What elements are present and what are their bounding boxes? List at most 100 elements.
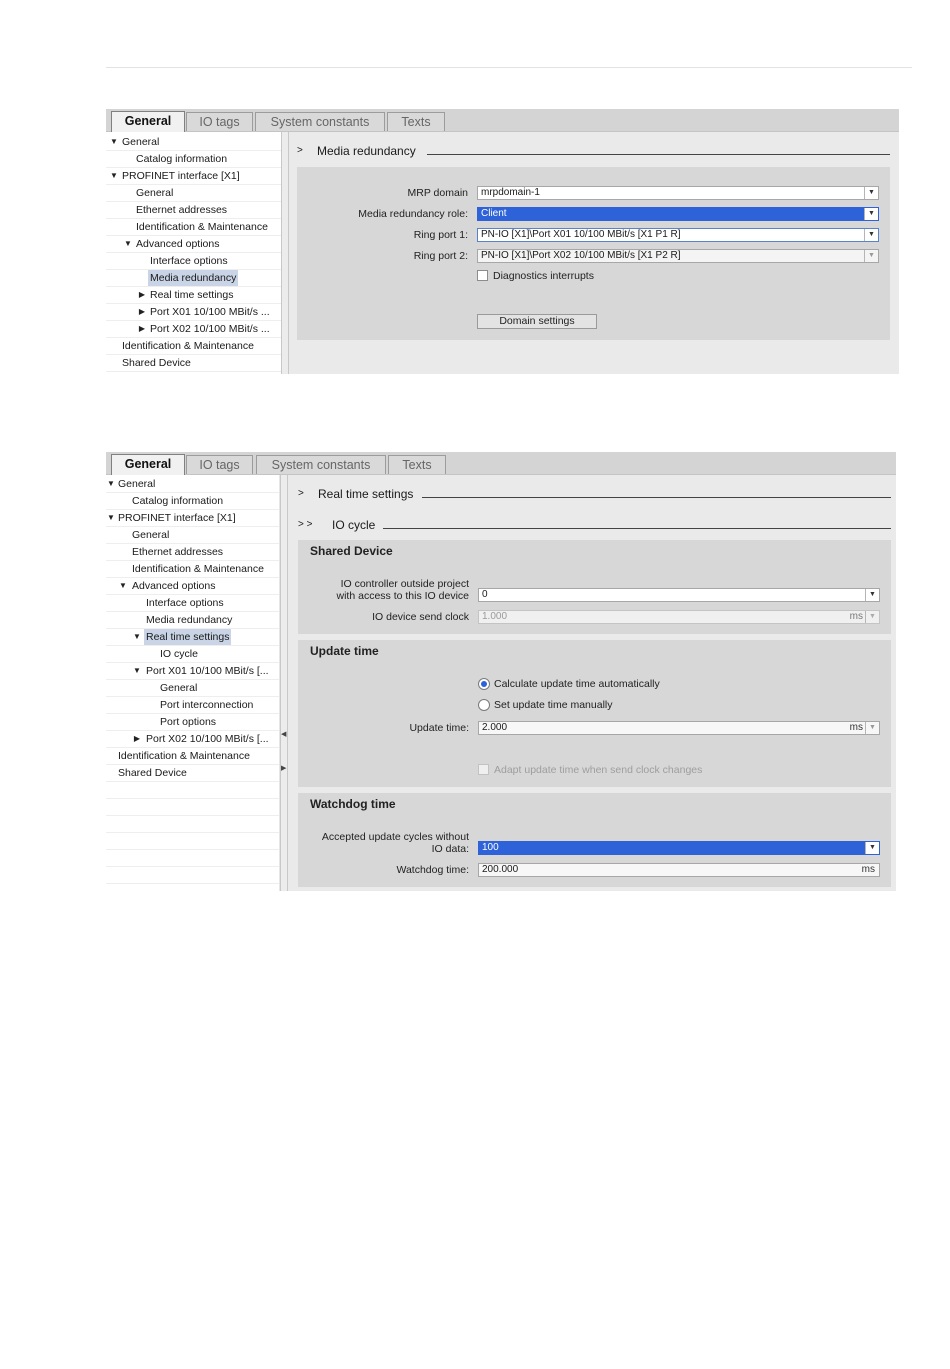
accepted-cycles-select[interactable]: 100 ▼ xyxy=(478,841,880,855)
tree-empty-row xyxy=(106,867,279,884)
tree-item[interactable]: ▼ General xyxy=(106,476,279,493)
domain-settings-button[interactable]: Domain settings xyxy=(477,314,597,329)
tree-item[interactable]: Interface options xyxy=(106,595,279,612)
tree-toggle-icon[interactable]: ▼ xyxy=(123,236,133,252)
tree-item[interactable]: Identification & Maintenance xyxy=(106,219,281,236)
adapt-update-time-checkbox[interactable] xyxy=(478,764,489,775)
section-divider xyxy=(422,497,891,498)
tree-item[interactable]: ▼ Port X01 10/100 MBit/s [... xyxy=(106,663,279,680)
section-expand-icon[interactable]: > xyxy=(297,143,303,159)
dropdown-arrow-icon[interactable]: ▼ xyxy=(865,842,879,854)
tab-texts[interactable]: Texts xyxy=(387,112,445,131)
update-time-label: Update time: xyxy=(409,722,469,734)
dropdown-arrow-icon[interactable]: ▼ xyxy=(864,250,878,262)
tree-toggle-icon[interactable]: ▼ xyxy=(106,510,116,526)
tree-item[interactable]: Ethernet addresses xyxy=(106,202,281,219)
tree-item-label: Media redundancy xyxy=(146,614,233,626)
tree-item[interactable]: Identification & Maintenance xyxy=(106,561,279,578)
tree-item[interactable]: Interface options xyxy=(106,253,281,270)
update-time-value: 2.000 xyxy=(482,722,508,733)
tree-item[interactable]: General xyxy=(106,527,279,544)
shared-device-box: Shared Device IO controller outside proj… xyxy=(298,540,891,634)
tree-item[interactable]: Shared Device xyxy=(106,765,279,782)
manual-radio[interactable] xyxy=(478,699,490,711)
watchdog-time-value: 200.000 xyxy=(482,864,519,875)
tree-toggle-icon[interactable]: ▼ xyxy=(132,629,142,645)
io-controller-select[interactable]: 0 ▼ xyxy=(478,588,880,602)
tree-item[interactable]: ▼ Advanced options xyxy=(106,578,279,595)
tree-item[interactable]: Port interconnection xyxy=(106,697,279,714)
ring-port-2-select[interactable]: PN-IO [X1]\Port X02 10/100 MBit/s [X1 P2… xyxy=(477,249,879,263)
ring-port-2-label: Ring port 2: xyxy=(413,250,468,262)
tab-system-constants[interactable]: System constants xyxy=(256,455,386,474)
tree-item[interactable]: Identification & Maintenance xyxy=(106,338,281,355)
shared-device-title: Shared Device xyxy=(310,544,393,558)
tree-item[interactable]: ▶ Port X02 10/100 MBit/s [... xyxy=(106,731,279,748)
tree-item[interactable]: Ethernet addresses xyxy=(106,544,279,561)
tree-toggle-icon[interactable]: ▶ xyxy=(137,304,147,320)
section-header-real-time-settings[interactable]: > Real time settings xyxy=(298,486,891,502)
tree-toggle-icon[interactable]: ▼ xyxy=(132,663,142,679)
tree-item[interactable]: Catalog information xyxy=(106,151,281,168)
mrp-domain-select[interactable]: mrpdomain-1 ▼ xyxy=(477,186,879,200)
tree-item[interactable]: Port options xyxy=(106,714,279,731)
watchdog-time-field: 200.000 ms xyxy=(478,863,880,877)
tab-general[interactable]: General xyxy=(111,454,185,475)
dropdown-arrow-icon: ▼ xyxy=(865,611,879,623)
tree-toggle-icon[interactable]: ▼ xyxy=(106,476,116,492)
tree-item[interactable]: ▶ Real time settings xyxy=(106,287,281,304)
media-redundancy-role-select[interactable]: Client ▼ xyxy=(477,207,879,221)
tree-item[interactable]: ▼ General xyxy=(106,134,281,151)
dropdown-arrow-icon[interactable]: ▼ xyxy=(865,722,879,734)
tree-item[interactable]: ▼ PROFINET interface [X1] xyxy=(106,510,279,527)
tree-item-label: Port X01 10/100 MBit/s ... xyxy=(150,306,270,318)
section-expand-icon[interactable]: > > xyxy=(298,517,312,533)
tab-system-constants[interactable]: System constants xyxy=(255,112,385,131)
collapse-tree-icon[interactable]: ◀ xyxy=(281,730,287,738)
tree-item[interactable]: ▶ Port X01 10/100 MBit/s ... xyxy=(106,304,281,321)
tree-item[interactable]: IO cycle xyxy=(106,646,279,663)
tab-general[interactable]: General xyxy=(111,111,185,132)
tree-toggle-icon[interactable]: ▼ xyxy=(109,134,119,150)
update-time-field[interactable]: 2.000 ms ▼ xyxy=(478,721,880,735)
tree-item[interactable]: General xyxy=(106,185,281,202)
dropdown-arrow-icon[interactable]: ▼ xyxy=(865,589,879,601)
watchdog-time-title: Watchdog time xyxy=(310,797,396,811)
ring-port-1-select[interactable]: PN-IO [X1]\Port X01 10/100 MBit/s [X1 P1… xyxy=(477,228,879,242)
tree-item[interactable]: Media redundancy xyxy=(106,612,279,629)
dropdown-arrow-icon[interactable]: ▼ xyxy=(864,208,878,220)
tree-item[interactable]: Media redundancy xyxy=(106,270,281,287)
tab-io-tags[interactable]: IO tags xyxy=(186,112,253,131)
tree-toggle-icon[interactable]: ▼ xyxy=(118,578,128,594)
tree-toggle-icon[interactable]: ▶ xyxy=(132,731,142,747)
tree-splitter[interactable] xyxy=(281,132,289,374)
tree-splitter[interactable] xyxy=(280,475,288,891)
tab-bar: General IO tags System constants Texts xyxy=(106,109,899,132)
tree-item[interactable]: ▼ Advanced options xyxy=(106,236,281,253)
tree-item-label: Port X01 10/100 MBit/s [... xyxy=(146,665,269,677)
tree-item[interactable]: ▼ PROFINET interface [X1] xyxy=(106,168,281,185)
tree-item[interactable]: ▶ Port X02 10/100 MBit/s ... xyxy=(106,321,281,338)
calc-auto-radio[interactable] xyxy=(478,678,490,690)
tree-item[interactable]: Identification & Maintenance xyxy=(106,748,279,765)
tree-item-label: General xyxy=(122,136,160,148)
expand-tree-icon[interactable]: ▶ xyxy=(281,764,287,772)
tree-item-label: Identification & Maintenance xyxy=(118,750,250,762)
tree-item[interactable]: ▼ Real time settings xyxy=(106,629,279,646)
tree-toggle-icon[interactable]: ▼ xyxy=(109,168,119,184)
tree-item[interactable]: Catalog information xyxy=(106,493,279,510)
dropdown-arrow-icon[interactable]: ▼ xyxy=(864,187,878,199)
section-expand-icon[interactable]: > xyxy=(298,486,304,502)
tab-texts[interactable]: Texts xyxy=(388,455,446,474)
tree-item-label: Shared Device xyxy=(122,357,191,369)
tree-item-label: Ethernet addresses xyxy=(132,546,224,558)
tree-item[interactable]: Shared Device xyxy=(106,355,281,372)
diagnostics-interrupts-checkbox[interactable] xyxy=(477,270,488,281)
section-header-io-cycle[interactable]: > > IO cycle xyxy=(298,517,891,533)
tree-item[interactable]: General xyxy=(106,680,279,697)
section-header-media-redundancy[interactable]: > Media redundancy xyxy=(297,143,890,159)
dropdown-arrow-icon[interactable]: ▼ xyxy=(864,229,878,241)
tab-io-tags[interactable]: IO tags xyxy=(186,455,253,474)
tree-toggle-icon[interactable]: ▶ xyxy=(137,287,147,303)
tree-toggle-icon[interactable]: ▶ xyxy=(137,321,147,337)
